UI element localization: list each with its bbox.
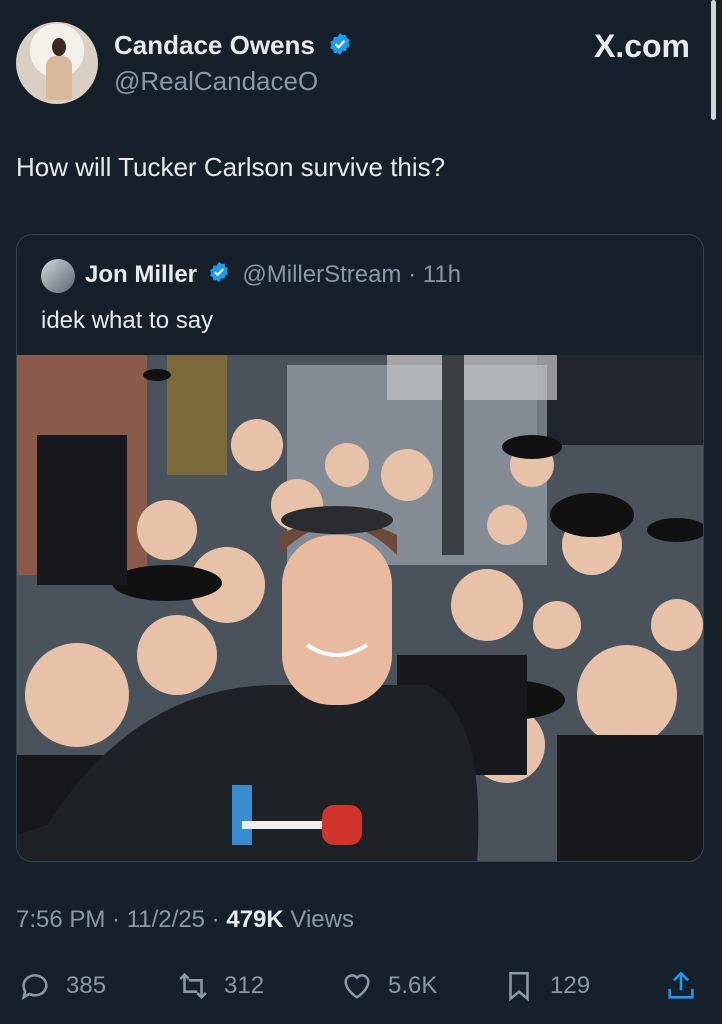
quoted-name[interactable]: Jon Miller bbox=[85, 261, 197, 288]
share-icon bbox=[668, 971, 694, 999]
scrollbar[interactable] bbox=[711, 0, 716, 120]
author-handle[interactable]: @RealCandaceO bbox=[114, 66, 318, 97]
quoted-header: Jon Miller @MillerStream · 11h bbox=[85, 261, 461, 290]
heart-icon bbox=[344, 974, 370, 999]
quoted-tweet-card[interactable]: Jon Miller @MillerStream · 11h idek what… bbox=[16, 234, 704, 862]
quoted-avatar[interactable] bbox=[41, 259, 75, 293]
separator-dot: · bbox=[205, 906, 227, 933]
reply-icon bbox=[21, 974, 48, 1000]
bookmark-icon bbox=[509, 971, 529, 1002]
quoted-photo[interactable] bbox=[17, 355, 703, 861]
verified-badge-icon bbox=[328, 32, 352, 63]
like-button[interactable]: 5.6K bbox=[340, 960, 437, 1012]
repost-count: 312 bbox=[224, 972, 265, 999]
like-count: 5.6K bbox=[388, 972, 438, 999]
repost-button[interactable]: 312 bbox=[176, 960, 264, 1012]
quoted-age[interactable]: 11h bbox=[423, 261, 461, 288]
bookmark-count: 129 bbox=[550, 972, 591, 999]
separator-dot: · bbox=[105, 906, 127, 933]
tweet-text: How will Tucker Carlson survive this? bbox=[16, 152, 446, 182]
action-bar: 385 312 5.6K 129 bbox=[0, 960, 722, 1012]
author-name-row[interactable]: Candace Owens bbox=[114, 30, 352, 63]
tweet-meta: 7:56 PM · 11/2/25 · 479K Views bbox=[16, 906, 354, 934]
bookmark-button[interactable]: 129 bbox=[502, 960, 590, 1012]
share-button[interactable] bbox=[664, 960, 698, 1012]
repost-icon bbox=[179, 972, 207, 1000]
separator-dot: · bbox=[401, 261, 423, 288]
reply-button[interactable]: 385 bbox=[18, 960, 106, 1012]
site-watermark: X.com bbox=[593, 28, 690, 64]
tweet-date[interactable]: 11/2/25 bbox=[127, 906, 205, 933]
tweet-time[interactable]: 7:56 PM bbox=[16, 906, 105, 933]
quoted-handle[interactable]: @MillerStream bbox=[242, 261, 401, 288]
author-avatar[interactable] bbox=[16, 22, 98, 104]
author-name[interactable]: Candace Owens bbox=[114, 30, 315, 60]
views-count: 479K bbox=[226, 906, 284, 933]
views-label: Views bbox=[290, 906, 354, 933]
quoted-text: idek what to say bbox=[41, 307, 214, 334]
verified-badge-icon bbox=[208, 261, 230, 290]
reply-count: 385 bbox=[66, 972, 107, 999]
